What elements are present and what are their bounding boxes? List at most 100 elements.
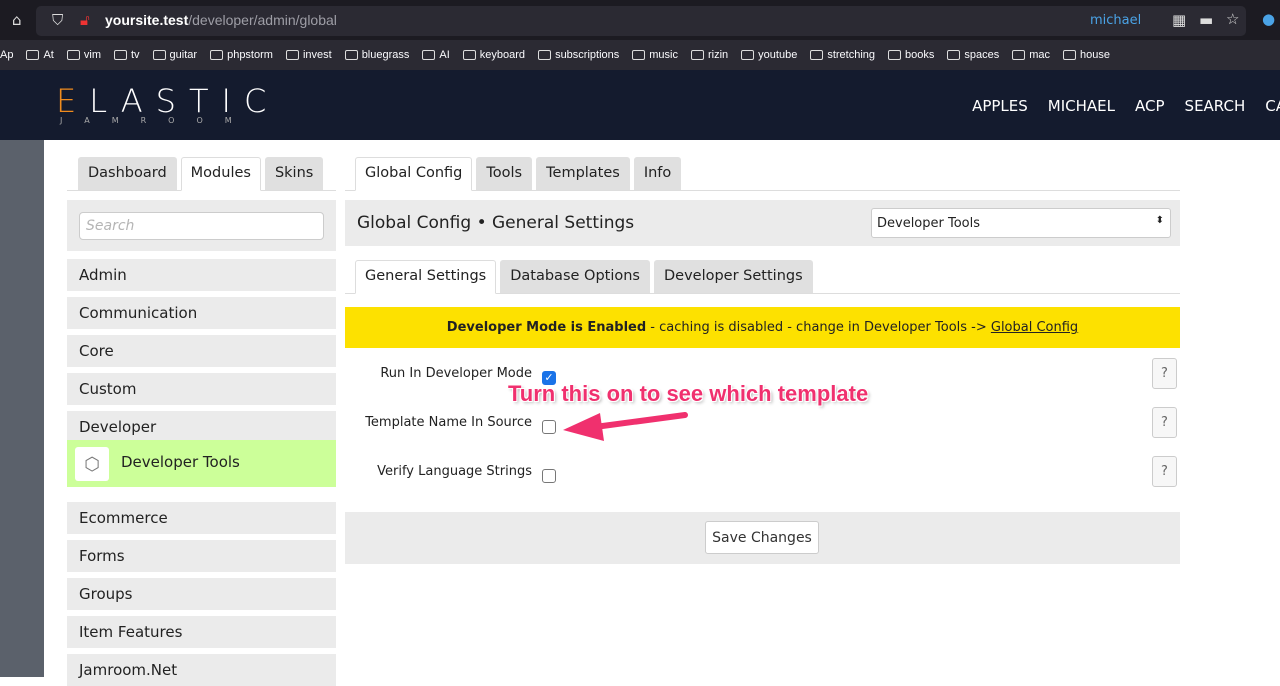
reader-icon[interactable]: ▬ [1199,11,1213,29]
module-label: Core [79,342,114,360]
insecure-lock-icon[interactable]: 🔓︎ [80,11,90,29]
module-item-groups[interactable]: Groups [67,578,336,610]
bookmark-youtube[interactable]: youtube [741,49,797,61]
settings-subtabs: General Settings Database Options Develope… [345,260,1180,294]
page-title: Global Config • General Settings [357,213,635,233]
module-label: Custom [79,380,137,398]
folder-icon [344,50,358,60]
bookmark-spaces[interactable]: spaces [947,49,999,61]
setting-checkbox[interactable] [542,420,556,434]
bookmark-at[interactable]: At [26,49,54,61]
global-config-link[interactable]: Global Config [991,320,1078,335]
setting-label: Template Name In Source [365,415,532,430]
bookmark-phpstorm[interactable]: phpstorm [210,49,273,61]
bookmark-label: guitar [169,49,198,61]
module-item-communication[interactable]: Communication [67,297,336,329]
home-icon[interactable]: ⌂ [12,11,22,29]
module-item-developer-tools[interactable]: ⬡ Developer Tools [67,440,336,487]
module-item-core[interactable]: Core [67,335,336,367]
setting-checkbox[interactable] [542,469,556,483]
folder-icon [632,50,646,60]
bookmark-label: keyboard [479,49,526,61]
bookmark-partial[interactable]: Ap [0,49,13,61]
help-button[interactable]: ? [1152,407,1177,438]
bookmark-vim[interactable]: vim [66,49,101,61]
module-label: Jamroom.Net [79,661,178,679]
tab-info[interactable]: Info [633,157,682,190]
annotation-text: Turn this on to see which template [508,381,869,406]
bookmark-music[interactable]: music [632,49,678,61]
bookmark-rizin[interactable]: rizin [691,49,728,61]
module-item-admin[interactable]: Admin [67,259,336,291]
bookmark-keyboard[interactable]: keyboard [462,49,526,61]
profile-name[interactable]: michael [1090,13,1141,28]
shield-icon[interactable]: ⛉ [52,11,63,29]
tab-skins[interactable]: Skins [264,157,324,190]
help-button[interactable]: ? [1152,456,1177,487]
bookmark-invest[interactable]: invest [285,49,332,61]
folder-icon [1012,50,1026,60]
module-label: Forms [79,547,125,565]
nav-michael[interactable]: MICHAEL [1048,97,1115,115]
save-changes-button[interactable]: Save Changes [705,521,819,554]
bookmark-subscriptions[interactable]: subscriptions [538,49,619,61]
folder-icon [113,50,127,60]
module-label: Item Features [79,623,183,641]
bookmark-house[interactable]: house [1063,49,1110,61]
module-item-item-features[interactable]: Item Features [67,616,336,648]
extensions-icon[interactable]: ▦ [1172,11,1186,29]
tab-global-config[interactable]: Global Config [355,157,473,191]
module-item-forms[interactable]: Forms [67,540,336,572]
bookmark-label: books [905,49,935,61]
bookmark-stretching[interactable]: stretching [810,49,875,61]
folder-icon [152,50,166,60]
subtab-developer-settings[interactable]: Developer Settings [653,260,813,293]
browser-toolbar: ⌂ ⛉ 🔓︎ yoursite.test/developer/admin/glo… [0,0,1280,40]
bookmark-star-icon[interactable]: ☆ [1226,10,1239,28]
module-item-custom[interactable]: Custom [67,373,336,405]
tab-templates[interactable]: Templates [536,157,630,190]
module-item-developer[interactable]: Developer [67,411,336,443]
notice-text: - caching is disabled - change in Develo… [646,320,991,335]
bookmark-label: At [43,49,54,61]
left-gutter [0,140,44,677]
help-button[interactable]: ? [1152,358,1177,389]
bookmark-label: tv [130,49,140,61]
module-select[interactable]: Developer Tools ⬍ [871,208,1171,238]
site-header: ELASTIC JAMROOM APPLES MICHAEL ACP SEARCH CA [0,70,1280,140]
tab-modules[interactable]: Modules [180,157,261,191]
url-text[interactable]: yoursite.test/developer/admin/global [105,12,337,28]
folder-icon [285,50,299,60]
bookmark-mac[interactable]: mac [1012,49,1050,61]
folder-icon [888,50,902,60]
account-icon[interactable]: ● [1262,10,1275,28]
bookmark-guitar[interactable]: guitar [152,49,198,61]
site-logo[interactable]: ELASTIC [56,82,279,120]
module-search-panel [67,200,336,251]
sidebar-tabs: Dashboard Modules Skins [67,157,336,191]
subtab-database-options[interactable]: Database Options [500,260,650,293]
folder-icon [422,50,436,60]
module-item-jamroom-net[interactable]: Jamroom.Net [67,654,336,686]
bookmark-label: phpstorm [227,49,273,61]
bookmark-label: vim [83,49,101,61]
tab-dashboard[interactable]: Dashboard [78,157,177,190]
bookmark-label: house [1080,49,1111,61]
module-label: Developer Tools [121,453,240,471]
module-label: Ecommerce [79,509,168,527]
bookmark-ai[interactable]: AI [422,49,450,61]
subtab-general-settings[interactable]: General Settings [355,260,497,294]
nav-ca[interactable]: CA [1265,97,1280,115]
nav-acp[interactable]: ACP [1135,97,1165,115]
folder-icon [947,50,961,60]
module-item-ecommerce[interactable]: Ecommerce [67,502,336,534]
bookmark-tv[interactable]: tv [113,49,140,61]
module-label: Groups [79,585,133,603]
nav-search[interactable]: SEARCH [1185,97,1246,115]
folder-icon [66,50,80,60]
bookmark-books[interactable]: books [888,49,934,61]
nav-apples[interactable]: APPLES [972,97,1028,115]
tab-tools[interactable]: Tools [476,157,533,190]
module-search-input[interactable] [79,212,324,240]
bookmark-bluegrass[interactable]: bluegrass [344,49,409,61]
